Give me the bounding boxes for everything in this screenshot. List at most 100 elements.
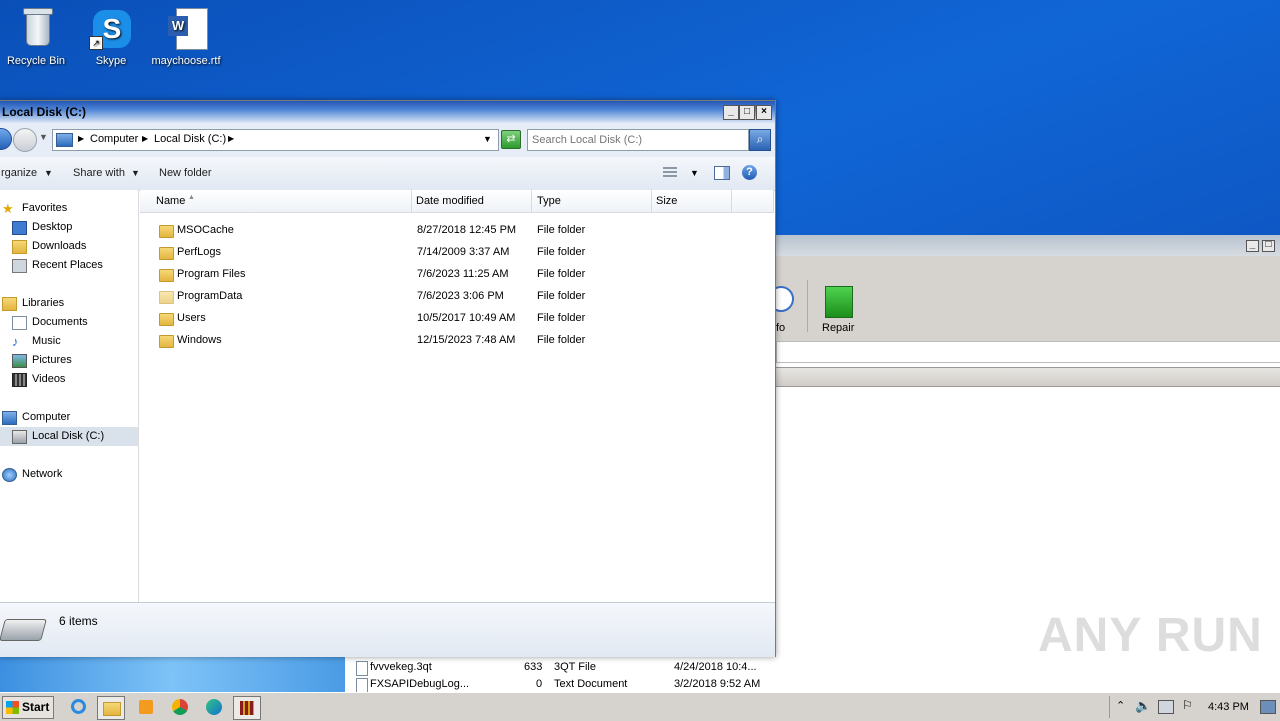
nav-pictures[interactable]: Pictures (0, 351, 138, 370)
folder-locked-icon (159, 225, 174, 238)
nav-favorites[interactable]: ★ Favorites (0, 199, 138, 218)
anyrun-watermark: ANY RUN (1038, 609, 1263, 662)
internet-explorer-icon[interactable] (66, 696, 92, 718)
table-row[interactable]: MSOCache 8/27/2018 12:45 PM File folder (140, 219, 774, 241)
nav-libraries[interactable]: Libraries (0, 294, 138, 313)
preview-pane-icon[interactable] (714, 166, 730, 180)
command-bar: rganize ▼ Share with ▼ New folder ▼ ? (0, 157, 775, 191)
repair-icon[interactable] (825, 286, 853, 318)
nav-videos[interactable]: Videos (0, 370, 138, 389)
taskbar: Start ⌃ 🔈 ⚐ 4:43 PM (0, 692, 1280, 721)
column-header-spacer (732, 190, 774, 213)
view-dropdown-icon[interactable]: ▼ (690, 168, 699, 178)
show-hidden-icons-icon[interactable]: ⌃ (1116, 699, 1125, 712)
music-icon: ♪ (12, 334, 19, 349)
back-button[interactable] (0, 128, 12, 150)
nav-recent-places[interactable]: Recent Places (0, 256, 138, 275)
navigation-pane: ★ Favorites Desktop Downloads Recent Pla… (0, 190, 139, 602)
winrar-icon[interactable] (233, 696, 261, 720)
search-button[interactable]: ⌕ (749, 129, 771, 151)
share-with-dropdown-icon[interactable]: ▼ (131, 168, 140, 178)
sort-ascending-icon: ▲ (188, 194, 195, 201)
desktop-icon-label: maychoose.rtf (151, 55, 221, 67)
desktop-icon-maychoose[interactable]: W maychoose.rtf (148, 0, 224, 67)
view-options-icon[interactable] (663, 167, 677, 179)
details-pane: 6 items (0, 602, 775, 657)
media-player-icon[interactable] (133, 696, 159, 718)
organize-button[interactable]: rganize (1, 167, 37, 179)
maximize-button[interactable]: □ (1262, 240, 1275, 252)
window-title: Local Disk (C:) (2, 105, 87, 119)
table-row[interactable]: Program Files 7/6/2023 11:25 AM File fol… (140, 263, 774, 285)
documents-icon (12, 316, 27, 330)
minimize-button[interactable]: _ (1246, 240, 1259, 252)
address-dropdown-icon[interactable]: ▼ (483, 134, 492, 144)
title-bar[interactable]: Local Disk (C:) _ □ × (0, 101, 775, 123)
downloads-icon (12, 240, 27, 254)
nav-downloads[interactable]: Downloads (0, 237, 138, 256)
table-row[interactable]: PerfLogs 7/14/2009 3:37 AM File folder (140, 241, 774, 263)
clock[interactable]: 4:43 PM (1208, 701, 1249, 713)
organize-dropdown-icon[interactable]: ▼ (44, 168, 53, 178)
column-header-size[interactable]: Size (652, 190, 732, 213)
network-tray-icon[interactable] (1158, 700, 1174, 714)
breadcrumb-computer[interactable]: Computer (90, 133, 138, 145)
pictures-icon (12, 354, 27, 368)
explorer-window[interactable]: Local Disk (C:) _ □ × ▼ ▶ Computer ▶ Loc… (0, 100, 776, 657)
skype-icon: S ↗ (89, 6, 133, 52)
volume-icon[interactable]: 🔈 (1135, 698, 1151, 714)
item-count: 6 items (59, 614, 98, 628)
desktop-icon-skype[interactable]: S ↗ Skype (73, 0, 149, 67)
network-icon (2, 468, 17, 482)
word-document-icon: W (164, 6, 208, 52)
chevron-right-icon: ▶ (78, 134, 85, 143)
file-icon (356, 678, 368, 693)
maximize-button[interactable]: □ (739, 105, 755, 120)
nav-documents[interactable]: Documents (0, 313, 138, 332)
chrome-icon[interactable] (167, 696, 193, 718)
local-disk-icon (12, 430, 27, 444)
chevron-right-icon: ▶ (228, 134, 235, 143)
breadcrumb-local-disk[interactable]: Local Disk (C:) (154, 133, 226, 145)
share-with-button[interactable]: Share with (73, 167, 125, 179)
chevron-down-icon[interactable]: ▼ (39, 132, 48, 142)
file-icon (356, 661, 368, 676)
repair-label[interactable]: Repair (822, 322, 854, 334)
action-center-flag-icon[interactable]: ⚐ (1182, 698, 1193, 712)
windows-logo-icon (6, 701, 19, 714)
search-input[interactable] (532, 132, 740, 147)
file-explorer-taskbar-button[interactable] (97, 696, 125, 720)
start-button[interactable]: Start (2, 696, 54, 719)
file-row[interactable]: FXSAPIDebugLog... 0 Text Document 3/2/20… (352, 676, 772, 693)
show-desktop-button[interactable] (1260, 700, 1276, 714)
close-button[interactable]: × (756, 105, 772, 120)
forward-button[interactable] (13, 128, 37, 152)
table-row[interactable]: Users 10/5/2017 10:49 AM File folder (140, 307, 774, 329)
table-row[interactable]: ProgramData 7/6/2023 3:06 PM File folder (140, 285, 774, 307)
nav-desktop[interactable]: Desktop (0, 218, 138, 237)
column-header-date-modified[interactable]: Date modified (412, 190, 532, 213)
search-box[interactable] (527, 129, 749, 151)
nav-computer[interactable]: Computer (0, 408, 138, 427)
nav-music[interactable]: ♪ Music (0, 332, 138, 351)
address-bar-row: ▼ ▶ Computer ▶ Local Disk (C:) ▶ ▼ ⇄ ⌕ (0, 123, 775, 158)
new-folder-button[interactable]: New folder (159, 167, 212, 179)
file-row[interactable]: fvvvekeg.3qt 633 3QT File 4/24/2018 10:4… (352, 659, 772, 676)
nav-computer[interactable] (0, 508, 138, 527)
nav-network[interactable]: Network (0, 465, 138, 484)
address-box[interactable]: ▶ Computer ▶ Local Disk (C:) ▶ ▼ (52, 129, 499, 151)
nav-local-disk[interactable]: Local Disk (C:) (0, 427, 138, 446)
minimize-button[interactable]: _ (723, 105, 739, 120)
info-label: fo (776, 322, 786, 334)
refresh-button[interactable]: ⇄ (501, 130, 521, 149)
column-header-name[interactable]: Name ▲ (140, 190, 412, 213)
column-header-type[interactable]: Type (532, 190, 652, 213)
edge-icon[interactable] (201, 696, 227, 718)
recent-places-icon (12, 259, 27, 273)
folder-icon (159, 269, 174, 282)
desktop-icon-recycle-bin[interactable]: Recycle Bin (0, 0, 74, 67)
help-icon[interactable]: ? (742, 165, 757, 180)
table-row[interactable]: Windows 12/15/2023 7:48 AM File folder (140, 329, 774, 351)
drive-icon (0, 619, 47, 641)
videos-icon (12, 373, 27, 387)
